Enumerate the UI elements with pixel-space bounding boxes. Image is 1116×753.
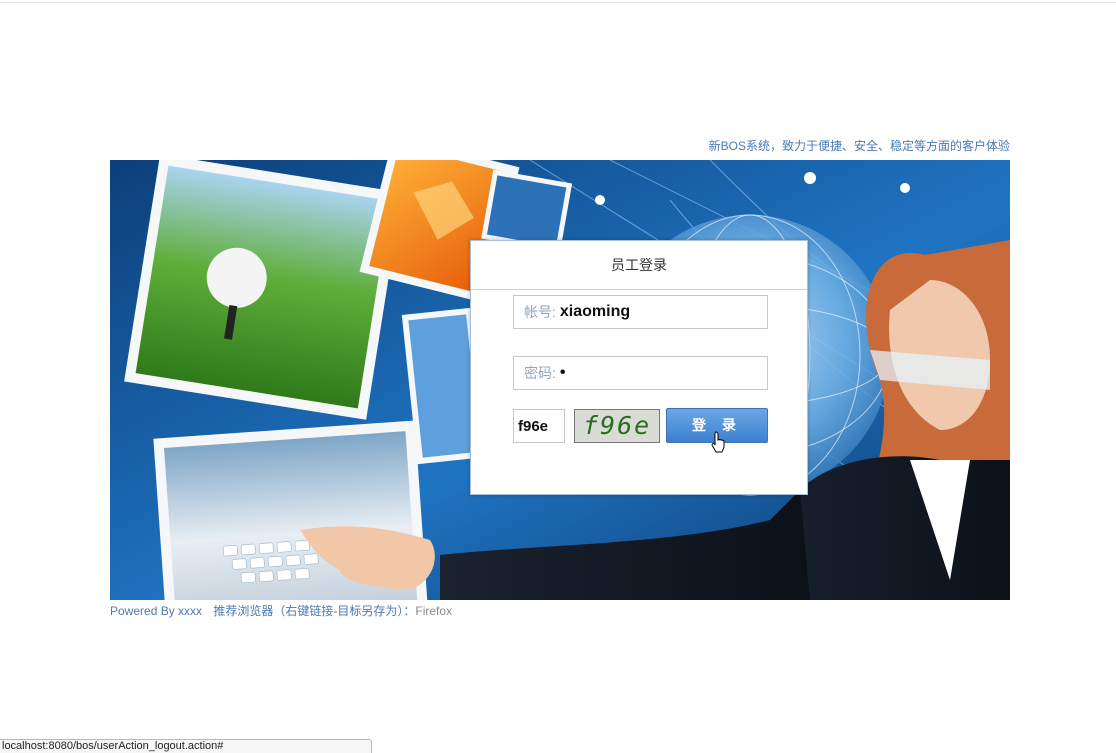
password-value: • [559,364,566,381]
password-field[interactable]: 密码: • [513,356,768,390]
powered-by-text: Powered By xxxx [110,604,203,618]
footer: Powered By xxxx 推荐浏览器（右键链接-目标另存为）：Firefo… [110,602,452,619]
username-label: 帐号: [524,304,556,320]
username-field[interactable]: 帐号: xiaoming [513,295,768,329]
captcha-input[interactable]: f96e [513,409,565,443]
browser-name-text: Firefox [415,604,453,618]
status-bar-url: localhost:8080/bos/userAction_logout.act… [0,739,372,753]
hand-pointer-cursor-icon [711,431,725,453]
captcha-image[interactable]: f96e [574,409,660,443]
login-title: 员工登录 [471,241,807,290]
login-panel: 员工登录 帐号: xiaoming 密码: • f96e f96e 登 录 [470,240,808,495]
captcha-image-text: f96e [583,411,652,440]
browser-hint-link[interactable]: 推荐浏览器（右键链接-目标另存为）： [213,604,415,618]
header-slogan: 新BOS系统，致力于便捷、安全、稳定等方面的客户体验 [708,139,1010,153]
username-value: xiaoming [559,303,631,320]
top-divider [0,2,1116,3]
password-label: 密码: [524,365,556,381]
